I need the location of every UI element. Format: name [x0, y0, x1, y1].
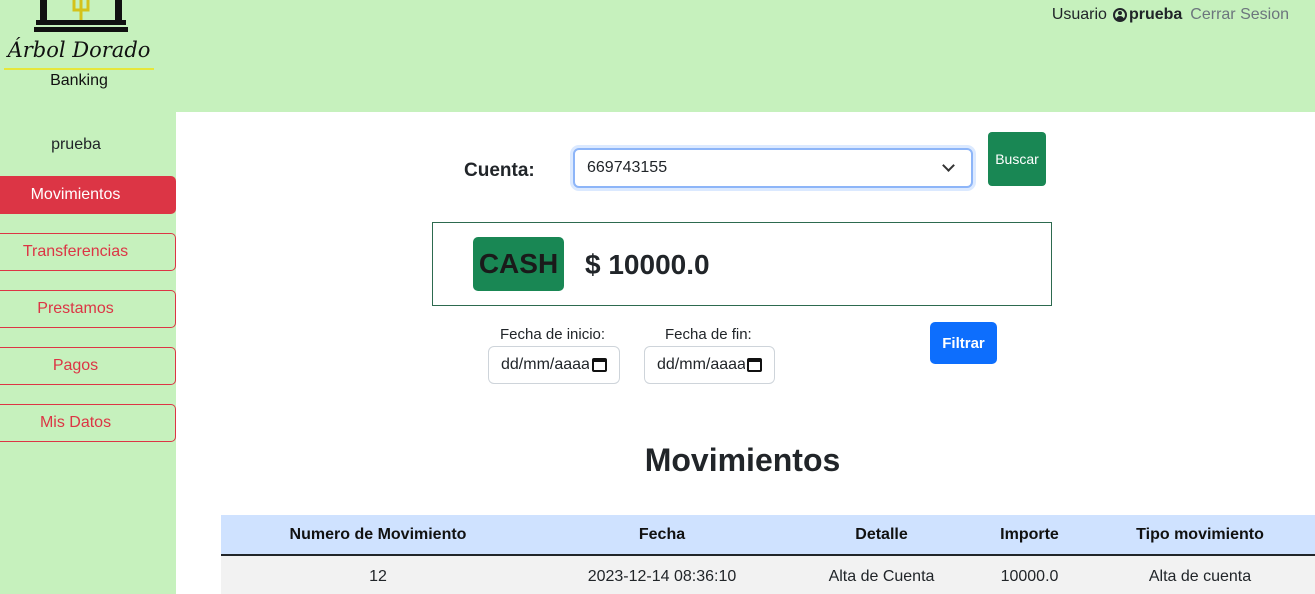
account-label: Cuenta: [464, 160, 535, 181]
balance-card: CASH $ 10000.0 [432, 222, 1052, 306]
cash-badge: CASH [473, 237, 564, 291]
brand-logo[interactable]: Árbol Dorado Banking [4, 0, 154, 100]
column-header: Detalle [789, 515, 974, 556]
bank-building-icon [34, 0, 128, 32]
sidebar-item-transferencias[interactable]: Transferencias [0, 233, 176, 271]
balance-amount: $ 10000.0 [585, 249, 710, 280]
sidebar-username: prueba [51, 136, 101, 153]
table-cell: Alta de Cuenta [789, 555, 974, 594]
chevron-down-icon [942, 159, 955, 172]
user-circle-icon [1112, 8, 1127, 22]
account-selected-value: 669743155 [587, 159, 668, 176]
movements-title: Movimientos [644, 442, 841, 478]
user-label: Usuario [1051, 6, 1107, 23]
sidebar: prueba Movimientos Transferencias Presta… [0, 112, 176, 594]
filter-button[interactable]: Filtrar [930, 322, 997, 364]
account-select[interactable]: 669743155 [573, 148, 973, 188]
table-row: 12 2023-12-14 08:36:10 Alta de Cuenta 10… [221, 555, 1315, 594]
sidebar-item-mis-datos[interactable]: Mis Datos [0, 404, 176, 442]
sidebar-item-prestamos[interactable]: Prestamos [0, 290, 176, 328]
brand-subtitle: Banking [50, 72, 108, 89]
column-header: Tipo movimiento [1085, 515, 1315, 556]
table-cell: 2023-12-14 08:36:10 [535, 555, 789, 594]
logout-link[interactable]: Cerrar Sesion [1190, 6, 1289, 24]
username-text: prueba [1128, 6, 1183, 23]
end-date-placeholder: dd/mm/aaaa [657, 356, 745, 373]
movements-table: Numero de Movimiento Fecha Detalle Impor… [221, 515, 1315, 594]
sidebar-item-movimientos[interactable]: Movimientos [0, 176, 176, 214]
column-header: Numero de Movimiento [221, 515, 535, 556]
table-cell: 12 [221, 555, 535, 594]
end-date-label: Fecha de fin: [665, 326, 752, 343]
user-bar: Usuario prueba Cerrar Sesion [1052, 6, 1289, 24]
end-date-input[interactable]: dd/mm/aaaa [644, 346, 775, 384]
calendar-icon[interactable] [747, 358, 762, 372]
sidebar-item-pagos[interactable]: Pagos [0, 347, 176, 385]
table-header-row: Numero de Movimiento Fecha Detalle Impor… [221, 515, 1315, 556]
column-header: Importe [974, 515, 1085, 556]
brand-divider [4, 68, 154, 70]
main-content: Cuenta: 669743155 Buscar CASH $ 10000.0 … [176, 112, 1315, 594]
brand-name: Árbol Dorado [7, 38, 151, 62]
current-user[interactable]: prueba [1112, 6, 1183, 24]
calendar-icon[interactable] [592, 358, 607, 372]
table-cell: Alta de cuenta [1085, 555, 1315, 594]
table-cell: 10000.0 [974, 555, 1085, 594]
start-date-input[interactable]: dd/mm/aaaa [488, 346, 620, 384]
search-button[interactable]: Buscar [988, 132, 1046, 186]
start-date-label: Fecha de inicio: [500, 326, 606, 343]
column-header: Fecha [535, 515, 789, 556]
start-date-placeholder: dd/mm/aaaa [501, 356, 589, 373]
